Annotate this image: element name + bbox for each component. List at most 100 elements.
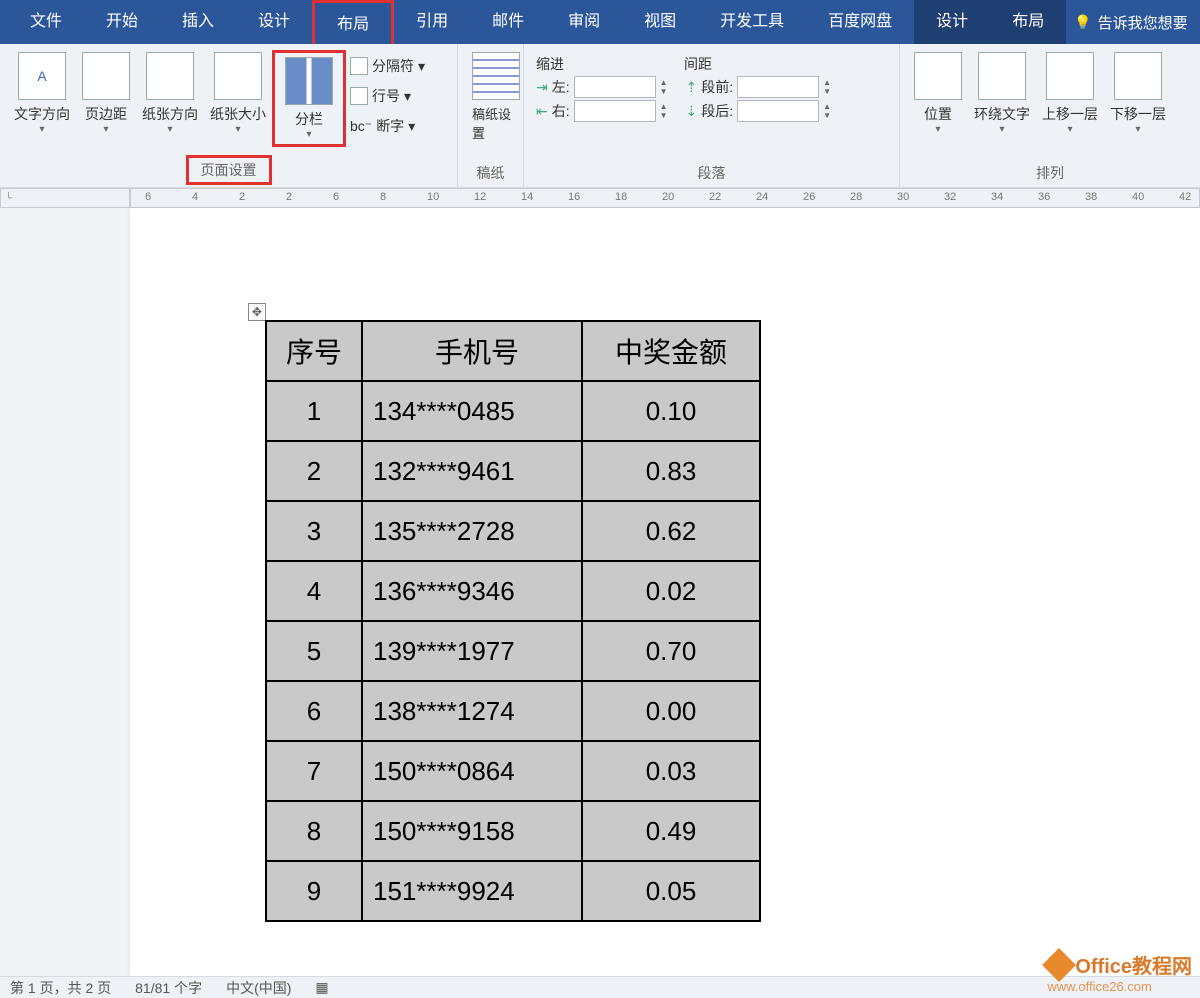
tell-me-search[interactable]: 告诉我您想要: [1066, 12, 1187, 33]
table-cell[interactable]: 0.83: [582, 441, 760, 501]
table-cell[interactable]: 8: [266, 801, 362, 861]
send-backward-button[interactable]: 下移一层 ▾: [1104, 50, 1172, 137]
breaks-button[interactable]: 分隔符 ▾: [350, 56, 425, 76]
indent-left-spinner[interactable]: ▲▼: [660, 78, 668, 96]
menu-developer[interactable]: 开发工具: [698, 0, 806, 44]
spacing-before-input[interactable]: [737, 76, 819, 98]
table-header-cell[interactable]: 中奖金额: [582, 321, 760, 381]
page-setup-group-label[interactable]: 页面设置: [186, 155, 272, 185]
table-row[interactable]: 4136****93460.02: [266, 561, 760, 621]
status-language[interactable]: 中文(中国): [226, 978, 291, 998]
draft-paper-button[interactable]: 稿纸设置: [466, 50, 526, 144]
table-cell[interactable]: 4: [266, 561, 362, 621]
table-row[interactable]: 7150****08640.03: [266, 741, 760, 801]
table-row[interactable]: 9151****99240.05: [266, 861, 760, 921]
indent-left-input[interactable]: [574, 76, 656, 98]
menu-mailings[interactable]: 邮件: [470, 0, 546, 44]
table-row[interactable]: 5139****19770.70: [266, 621, 760, 681]
table-cell[interactable]: 6: [266, 681, 362, 741]
status-word-count[interactable]: 81/81 个字: [135, 978, 202, 998]
menu-layout[interactable]: 布局: [312, 0, 394, 44]
indent-left-field[interactable]: ⇥左: ▲▼: [536, 76, 668, 98]
spacing-before-field[interactable]: ⇡段前: ▲▼: [686, 76, 832, 98]
spacing-after-field[interactable]: ⇣段后: ▲▼: [686, 100, 832, 122]
ruler-mark: 28: [850, 191, 862, 203]
indent-header: 缩进: [536, 54, 564, 74]
spacing-before-spinner[interactable]: ▲▼: [823, 78, 831, 96]
table-cell[interactable]: 150****0864: [362, 741, 582, 801]
orientation-button[interactable]: 纸张方向 ▾: [136, 50, 204, 137]
wrap-text-button[interactable]: 环绕文字 ▾: [968, 50, 1036, 137]
hyphenation-button[interactable]: bc⁻ 断字 ▾: [350, 116, 425, 136]
line-numbers-button[interactable]: 行号 ▾: [350, 86, 425, 106]
table-cell[interactable]: 0.05: [582, 861, 760, 921]
table-cell[interactable]: 136****9346: [362, 561, 582, 621]
menu-references[interactable]: 引用: [394, 0, 470, 44]
position-icon: [914, 52, 962, 100]
table-header-cell[interactable]: 序号: [266, 321, 362, 381]
menu-baidu[interactable]: 百度网盘: [806, 0, 914, 44]
menu-design[interactable]: 设计: [236, 0, 312, 44]
table-move-handle-icon[interactable]: ✥: [248, 303, 266, 321]
text-direction-label: 文字方向: [14, 104, 70, 124]
spacing-after-spinner[interactable]: ▲▼: [823, 102, 831, 120]
table-cell[interactable]: 138****1274: [362, 681, 582, 741]
paragraph-group-label: 段落: [532, 161, 891, 185]
table-cell[interactable]: 0.00: [582, 681, 760, 741]
status-macros-icon[interactable]: ▦: [315, 979, 328, 996]
indent-right-input[interactable]: [574, 100, 656, 122]
data-table[interactable]: 序号 手机号 中奖金额 1134****04850.102132****9461…: [265, 320, 761, 922]
contextual-tab-layout[interactable]: 布局: [990, 0, 1066, 44]
ruler-mark: 12: [474, 191, 486, 203]
text-direction-button[interactable]: A 文字方向 ▾: [8, 50, 76, 137]
ruler-mark: 22: [709, 191, 721, 203]
table-cell[interactable]: 150****9158: [362, 801, 582, 861]
table-cell[interactable]: 7: [266, 741, 362, 801]
table-cell[interactable]: 0.03: [582, 741, 760, 801]
ruler-mark: 18: [615, 191, 627, 203]
menu-review[interactable]: 审阅: [546, 0, 622, 44]
document-page[interactable]: ✥ 序号 手机号 中奖金额 1134****04850.102132****94…: [130, 208, 1200, 976]
position-button[interactable]: 位置 ▾: [908, 50, 968, 137]
table-cell[interactable]: 2: [266, 441, 362, 501]
indent-right-spinner[interactable]: ▲▼: [660, 102, 668, 120]
line-numbers-label: 行号: [372, 86, 400, 106]
table-cell[interactable]: 3: [266, 501, 362, 561]
margins-button[interactable]: 页边距 ▾: [76, 50, 136, 137]
table-row[interactable]: 1134****04850.10: [266, 381, 760, 441]
ruler-mark: 8: [380, 191, 386, 203]
table-row[interactable]: 2132****94610.83: [266, 441, 760, 501]
menu-file[interactable]: 文件: [8, 0, 84, 44]
table-cell[interactable]: 1: [266, 381, 362, 441]
status-page[interactable]: 第 1 页，共 2 页: [10, 978, 111, 998]
table-row[interactable]: 6138****12740.00: [266, 681, 760, 741]
table-cell[interactable]: 0.49: [582, 801, 760, 861]
menu-home[interactable]: 开始: [84, 0, 160, 44]
table-cell[interactable]: 0.02: [582, 561, 760, 621]
spacing-after-input[interactable]: [737, 100, 819, 122]
table-header-cell[interactable]: 手机号: [362, 321, 582, 381]
ruler-horizontal[interactable]: 6422681012141618202224262830323436384042: [130, 188, 1200, 208]
table-cell[interactable]: 9: [266, 861, 362, 921]
table-cell[interactable]: 5: [266, 621, 362, 681]
table-row[interactable]: 8150****91580.49: [266, 801, 760, 861]
table-cell[interactable]: 134****0485: [362, 381, 582, 441]
table-row[interactable]: 3135****27280.62: [266, 501, 760, 561]
table-cell[interactable]: 135****2728: [362, 501, 582, 561]
table-cell[interactable]: 139****1977: [362, 621, 582, 681]
table-cell[interactable]: 132****9461: [362, 441, 582, 501]
menu-insert[interactable]: 插入: [160, 0, 236, 44]
columns-button[interactable]: 分栏 ▾: [272, 50, 346, 147]
bring-forward-button[interactable]: 上移一层 ▾: [1036, 50, 1104, 137]
spacing-before-label: 段前:: [701, 77, 733, 97]
table-cell[interactable]: 0.62: [582, 501, 760, 561]
contextual-tab-design[interactable]: 设计: [914, 0, 990, 44]
chevron-down-icon: ▾: [1067, 124, 1072, 135]
menu-view[interactable]: 视图: [622, 0, 698, 44]
table-cell[interactable]: 0.10: [582, 381, 760, 441]
table-cell[interactable]: 0.70: [582, 621, 760, 681]
office-logo-icon: [1042, 948, 1076, 982]
indent-right-field[interactable]: ⇤右: ▲▼: [536, 100, 668, 122]
paper-size-button[interactable]: 纸张大小 ▾: [204, 50, 272, 137]
table-cell[interactable]: 151****9924: [362, 861, 582, 921]
